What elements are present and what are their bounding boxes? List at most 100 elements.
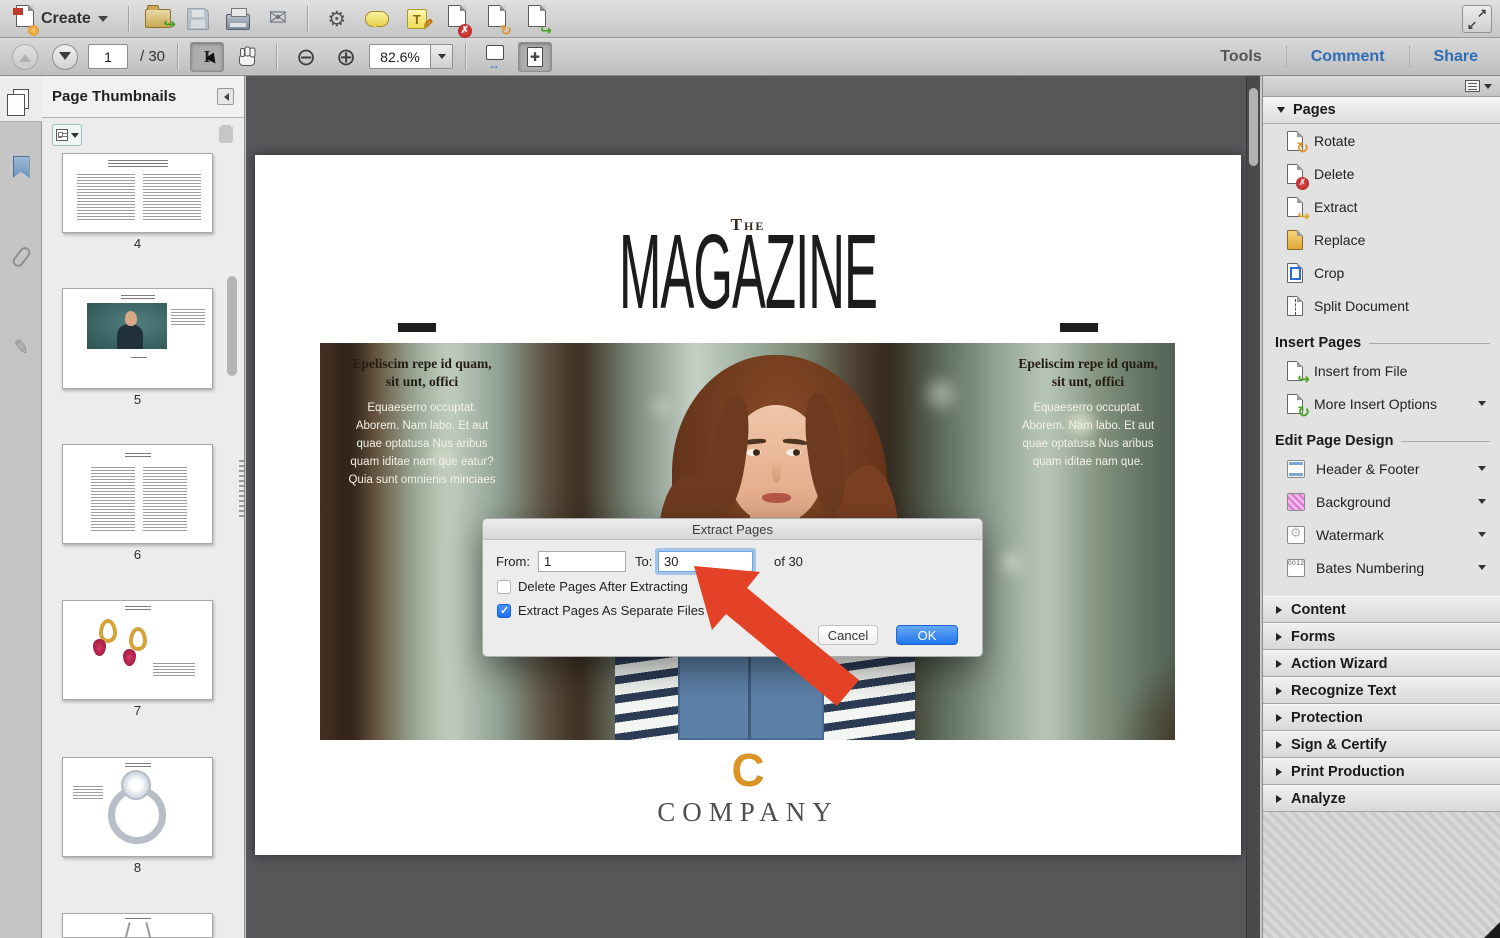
crop-tool[interactable]: Crop <box>1263 256 1500 289</box>
more-insert-options-tool[interactable]: ↻ More Insert Options <box>1263 387 1500 420</box>
expand-arrows-icon: ↗ <box>1477 6 1487 20</box>
cancel-button[interactable]: Cancel <box>818 625 878 645</box>
chevron-down-icon[interactable] <box>1484 84 1492 89</box>
thumbnail-page-6[interactable]: 6 <box>62 444 213 562</box>
watermark-tool[interactable]: Watermark <box>1263 518 1500 551</box>
fit-width-button[interactable] <box>478 38 512 68</box>
thumbnail-page-5[interactable]: 5 <box>62 288 213 407</box>
page-number-input[interactable] <box>88 44 128 69</box>
settings-button[interactable]: ⚙ <box>320 4 354 34</box>
replace-tool[interactable]: Replace <box>1263 223 1500 256</box>
ok-button[interactable]: OK <box>896 625 958 645</box>
logo-name: COMPANY <box>255 797 1241 828</box>
pages-section-header[interactable]: Pages <box>1263 97 1500 124</box>
thumbnail-page-8[interactable]: 8 <box>62 757 213 875</box>
panel-resize-grip[interactable] <box>239 460 244 520</box>
to-field[interactable] <box>658 551 753 572</box>
thumbnail-image <box>62 757 213 857</box>
rotate-tool[interactable]: ↻ Rotate <box>1263 124 1500 157</box>
from-field[interactable] <box>538 551 626 572</box>
tab-share[interactable]: Share <box>1420 48 1492 66</box>
hand-tool-button[interactable] <box>230 42 264 72</box>
previous-page-button[interactable] <box>8 42 42 72</box>
print-button[interactable] <box>221 4 255 34</box>
recognize-text-section-header[interactable]: Recognize Text <box>1263 677 1500 704</box>
open-file-button[interactable]: ↪ <box>141 4 175 34</box>
background-tool[interactable]: Background <box>1263 485 1500 518</box>
thumbnail-page-9[interactable] <box>62 913 213 938</box>
fit-width-icon <box>486 45 504 60</box>
tool-label: Replace <box>1314 232 1365 248</box>
select-tool-button[interactable]: I <box>190 42 224 72</box>
thumbnail-page-7[interactable]: 7 <box>62 600 213 718</box>
zoom-level-field[interactable]: 82.6% <box>369 44 431 69</box>
save-button[interactable] <box>181 4 215 34</box>
dialog-title: Extract Pages <box>483 519 982 540</box>
edit-page-design-group-title: Edit Page Design <box>1275 433 1500 449</box>
collapse-panel-button[interactable] <box>217 88 234 105</box>
content-section-header[interactable]: Content <box>1263 596 1500 623</box>
action-wizard-section-header[interactable]: Action Wizard <box>1263 650 1500 677</box>
create-button[interactable]: Create <box>8 4 116 34</box>
right-article: Epeliscim repe id quam, sit unt, offici … <box>1012 355 1164 472</box>
toggle-toolbar-button[interactable]: ↗↙ <box>1462 5 1492 33</box>
delete-tool[interactable]: ✗ Delete <box>1263 157 1500 190</box>
tab-tools[interactable]: Tools <box>1206 48 1275 66</box>
pdf-page: The MAGAZINE <box>255 155 1241 855</box>
forms-section-header[interactable]: Forms <box>1263 623 1500 650</box>
analyze-section-header[interactable]: Analyze <box>1263 785 1500 812</box>
attachments-tab[interactable] <box>0 234 42 280</box>
insert-from-file-tool[interactable]: ↪ Insert from File <box>1263 354 1500 387</box>
panel-options-icon[interactable] <box>1465 80 1480 92</box>
gear-icon: ⚙ <box>327 8 346 30</box>
zoom-dropdown-button[interactable] <box>431 44 453 69</box>
options-list-icon <box>56 129 68 141</box>
tool-label: Header & Footer <box>1316 461 1420 477</box>
next-page-button[interactable] <box>48 42 82 72</box>
thumbnail-options-button[interactable] <box>52 124 82 146</box>
print-icon <box>226 14 250 30</box>
sign-certify-section-header[interactable]: Sign & Certify <box>1263 731 1500 758</box>
delete-pages-checkbox[interactable]: Delete Pages After Extracting <box>497 579 688 594</box>
highlight-text-button[interactable]: T <box>400 4 434 34</box>
tab-comment[interactable]: Comment <box>1297 48 1399 66</box>
delete-pages-button[interactable]: ✗ <box>440 4 474 34</box>
zoom-out-button[interactable]: ⊖ <box>289 42 323 72</box>
section-title: Content <box>1291 602 1346 618</box>
acrobat-window: Create ↪ ✉ ⚙ T ✗ ↻ ↪ ↗↙ / 30 I ⊖ ⊕ 82.6% <box>0 0 1500 938</box>
more-insert-options-icon: ↻ <box>1287 394 1303 414</box>
bookmarks-tab[interactable] <box>0 144 42 190</box>
tool-label: Extract <box>1314 199 1358 215</box>
fit-page-button[interactable] <box>518 42 552 72</box>
replace-page-icon <box>1287 230 1303 250</box>
chevron-down-icon <box>1478 499 1486 504</box>
zoom-in-button[interactable]: ⊕ <box>329 42 363 72</box>
document-scrollbar[interactable] <box>1246 76 1260 938</box>
extract-tool[interactable]: ↪ Extract <box>1263 190 1500 223</box>
replace-pages-button[interactable]: ↻ <box>480 4 514 34</box>
paperclip-icon <box>10 245 32 269</box>
trash-icon[interactable] <box>218 126 234 144</box>
arrow-down-icon <box>59 52 71 66</box>
page-thumbnails-tab[interactable] <box>0 76 42 122</box>
email-button[interactable]: ✉ <box>261 4 295 34</box>
extract-pages-button[interactable]: ↪ <box>520 4 554 34</box>
plus-circle-icon: ⊕ <box>336 45 356 69</box>
thumbnails-scrollbar[interactable] <box>227 276 237 376</box>
signatures-tab[interactable]: ✎ <box>0 324 42 370</box>
protection-section-header[interactable]: Protection <box>1263 704 1500 731</box>
insert-from-file-icon: ↪ <box>1287 361 1303 381</box>
header-footer-tool[interactable]: Header & Footer <box>1263 452 1500 485</box>
article-body: Equaeserro occuptat. Aborem. Nam labo. E… <box>346 400 498 489</box>
section-title: Sign & Certify <box>1291 737 1387 753</box>
comment-tool-button[interactable] <box>360 4 394 34</box>
tool-label: More Insert Options <box>1314 396 1437 412</box>
resize-grip-icon[interactable] <box>1484 922 1500 938</box>
separate-files-checkbox[interactable]: Extract Pages As Separate Files <box>497 603 704 618</box>
scrollbar-thumb[interactable] <box>1249 88 1258 166</box>
split-document-tool[interactable]: Split Document <box>1263 289 1500 322</box>
thumbnail-page-4[interactable]: 4 <box>62 153 213 251</box>
print-production-section-header[interactable]: Print Production <box>1263 758 1500 785</box>
bates-numbering-tool[interactable]: 0012 Bates Numbering <box>1263 551 1500 584</box>
page-number-label: 8 <box>62 860 213 875</box>
